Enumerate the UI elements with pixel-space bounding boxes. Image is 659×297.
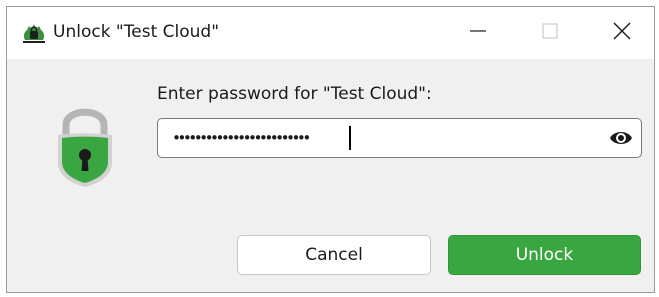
close-button[interactable] bbox=[591, 7, 653, 59]
cryptomator-app-icon bbox=[21, 21, 47, 45]
eye-icon bbox=[609, 132, 633, 153]
password-prompt-label: Enter password for "Test Cloud": bbox=[157, 84, 432, 104]
minimize-button[interactable] bbox=[447, 7, 509, 59]
show-password-toggle[interactable] bbox=[609, 127, 633, 149]
password-input[interactable]: ••••••••••••••••••••••••• bbox=[157, 118, 642, 158]
title-bar[interactable]: Unlock "Test Cloud" bbox=[7, 7, 654, 59]
text-caret bbox=[349, 126, 351, 150]
maximize-icon bbox=[542, 23, 558, 43]
lock-icon bbox=[54, 101, 116, 187]
window-title: Unlock "Test Cloud" bbox=[53, 22, 220, 42]
unlock-dialog-window: Unlock "Test Cloud" Enter password for "… bbox=[6, 6, 655, 293]
password-masked-value: ••••••••••••••••••••••••• bbox=[172, 129, 311, 147]
unlock-button[interactable]: Unlock bbox=[448, 235, 641, 275]
close-icon bbox=[613, 22, 631, 44]
maximize-button[interactable] bbox=[519, 7, 581, 59]
cancel-button[interactable]: Cancel bbox=[237, 235, 431, 275]
minimize-icon bbox=[470, 23, 486, 43]
